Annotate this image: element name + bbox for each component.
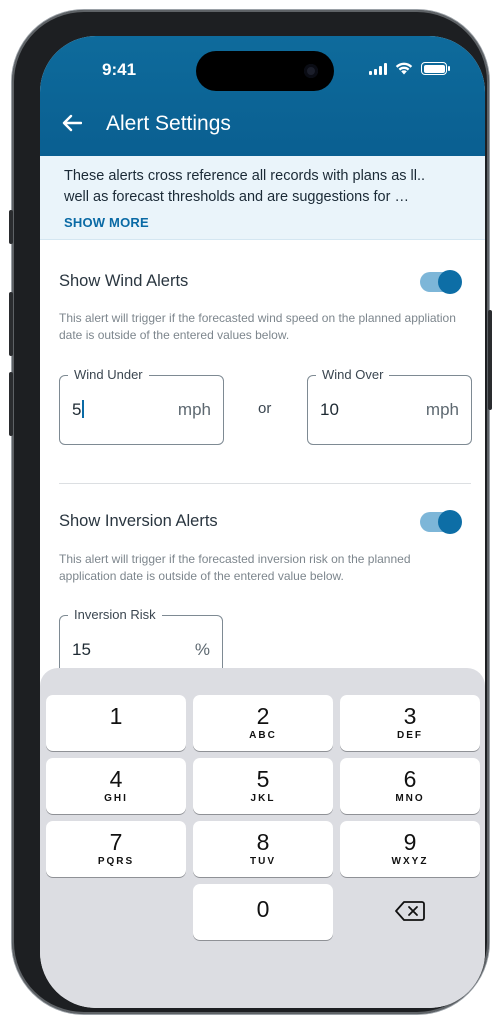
wind-alerts-description: This alert will trigger if the forecaste… bbox=[59, 311, 456, 342]
inversion-alerts-description: This alert will trigger if the forecaste… bbox=[59, 552, 411, 583]
banner-text-line-1: These alerts cross reference all records… bbox=[64, 168, 426, 184]
key-3[interactable]: 3 DEF bbox=[340, 695, 480, 751]
key-1[interactable]: 1 bbox=[46, 695, 186, 751]
wind-under-value[interactable]: 5 bbox=[72, 400, 85, 420]
status-time: 9:41 bbox=[102, 60, 137, 79]
wind-alerts-toggle[interactable] bbox=[420, 270, 462, 294]
inversion-risk-unit: % bbox=[194, 640, 210, 659]
key-9[interactable]: 9 WXYZ bbox=[340, 821, 480, 877]
text-cursor bbox=[82, 400, 85, 418]
app-header: 9:41 Alert Settings bbox=[40, 36, 485, 156]
screen: 9:41 Alert Settings These alerts cross r… bbox=[40, 36, 485, 1008]
dynamic-island bbox=[196, 51, 334, 91]
banner-text-line-2: well as forecast thresholds and are sugg… bbox=[64, 189, 409, 205]
inversion-risk-value[interactable]: 15 bbox=[72, 640, 91, 660]
volume-down-button bbox=[9, 372, 13, 436]
volume-up-button bbox=[9, 292, 13, 356]
toggle-knob bbox=[438, 270, 462, 294]
battery-icon bbox=[421, 62, 450, 75]
info-banner: These alerts cross reference all records… bbox=[40, 156, 485, 240]
show-more-link[interactable]: SHOW MORE bbox=[64, 212, 463, 233]
wind-over-field[interactable]: Wind Over 10 mph bbox=[307, 367, 472, 445]
status-icons bbox=[369, 62, 450, 75]
wind-over-unit: mph bbox=[425, 400, 459, 419]
key-8[interactable]: 8 TUV bbox=[193, 821, 333, 877]
key-2[interactable]: 2 ABC bbox=[193, 695, 333, 751]
camera-icon bbox=[304, 64, 318, 78]
cellular-signal-icon bbox=[369, 62, 387, 75]
backspace-icon[interactable] bbox=[395, 900, 425, 922]
numeric-keypad: 1 2 ABC 3 DEF 4 GHI 5 JKL 6 MNO 7 PQRS 8 TUV 9W… bbox=[40, 668, 485, 1008]
phone-frame: 9:41 Alert Settings These alerts cross r… bbox=[9, 10, 492, 1014]
back-arrow-icon[interactable] bbox=[62, 114, 82, 132]
wind-under-label: Wind Under bbox=[68, 367, 149, 382]
key-5[interactable]: 5 JKL bbox=[193, 758, 333, 814]
key-4[interactable]: 4 GHI bbox=[46, 758, 186, 814]
inversion-alerts-toggle[interactable] bbox=[420, 510, 462, 534]
wind-over-value[interactable]: 10 bbox=[320, 400, 339, 420]
wind-under-unit: mph bbox=[177, 400, 211, 419]
key-7[interactable]: 7 PQRS bbox=[46, 821, 186, 877]
wind-alerts-title: Show Wind Alerts bbox=[59, 272, 189, 290]
inversion-alerts-title: Show Inversion Alerts bbox=[59, 512, 218, 530]
silent-switch bbox=[9, 210, 13, 244]
key-0[interactable]: 0 bbox=[193, 884, 333, 940]
toggle-knob bbox=[438, 510, 462, 534]
key-6[interactable]: 6 MNO bbox=[340, 758, 480, 814]
section-divider bbox=[59, 483, 471, 484]
or-label: or bbox=[258, 400, 272, 417]
wifi-icon bbox=[395, 62, 413, 75]
wind-over-label: Wind Over bbox=[316, 367, 390, 382]
wind-under-field[interactable]: Wind Under 5 mph bbox=[59, 367, 224, 445]
page-title: Alert Settings bbox=[106, 112, 231, 135]
inversion-risk-label: Inversion Risk bbox=[68, 607, 162, 622]
power-button bbox=[488, 310, 492, 410]
